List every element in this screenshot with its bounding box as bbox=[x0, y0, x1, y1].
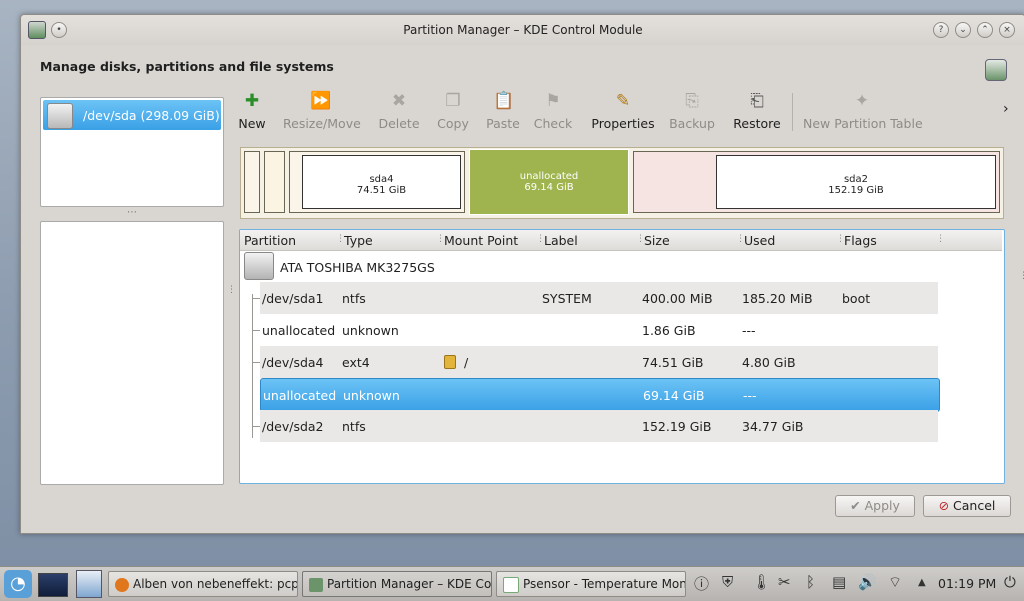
splitter-handle-vertical[interactable]: ⋮ bbox=[227, 285, 236, 295]
apply-button[interactable]: ✔ Apply bbox=[835, 495, 915, 517]
file-manager-icon[interactable] bbox=[76, 570, 102, 598]
toolbar-separator bbox=[792, 93, 793, 131]
drive-row[interactable]: ATA TOSHIBA MK3275GS bbox=[242, 250, 1002, 282]
paste-button[interactable]: 📋 Paste bbox=[483, 91, 523, 135]
power-icon[interactable]: ⏻ bbox=[1004, 573, 1016, 591]
task-browser[interactable]: Alben von nebeneffekt: pcpr bbox=[108, 571, 298, 597]
column-partition[interactable]: Partition bbox=[244, 233, 296, 248]
delete-icon: ✖ bbox=[391, 91, 407, 111]
copy-icon: ❐ bbox=[445, 91, 461, 111]
properties-button[interactable]: ✎ Properties bbox=[591, 91, 655, 135]
new-partition-table-button[interactable]: ✦ New Partition Table bbox=[803, 91, 923, 135]
cancel-button[interactable]: ⊘ Cancel bbox=[923, 495, 1011, 517]
copy-button[interactable]: ❐ Copy bbox=[433, 91, 473, 135]
toolbar: ✚ New ⏩ Resize/Move ✖ Delete ❐ Copy 📋 Pa… bbox=[237, 91, 1017, 135]
partition-segment-sda2[interactable]: sda2 152.19 GiB bbox=[633, 151, 1000, 213]
new-button[interactable]: ✚ New bbox=[237, 91, 267, 135]
resize-move-button[interactable]: ⏩ Resize/Move bbox=[283, 91, 361, 135]
info-icon[interactable]: ⓘ bbox=[694, 573, 709, 594]
close-button[interactable]: × bbox=[999, 22, 1015, 38]
table-row[interactable]: /dev/sda2 ntfs 152.19 GiB 34.77 GiB bbox=[252, 410, 938, 442]
tray-expand-icon[interactable]: ▲ bbox=[918, 577, 926, 588]
page-title: Manage disks, partitions and file system… bbox=[40, 59, 334, 74]
window-title: Partition Manager – KDE Control Module bbox=[403, 23, 643, 37]
column-size[interactable]: Size bbox=[644, 233, 670, 248]
table-row[interactable]: /dev/sda4 ext4 / 74.51 GiB 4.80 GiB bbox=[252, 346, 938, 378]
check-button[interactable]: ⚑ Check bbox=[533, 91, 573, 135]
column-type[interactable]: Type bbox=[344, 233, 373, 248]
desktop-icon[interactable] bbox=[38, 573, 68, 597]
table-row[interactable]: unallocated unknown 1.86 GiB --- bbox=[252, 314, 938, 346]
hard-disk-icon bbox=[244, 252, 274, 280]
column-flags[interactable]: Flags bbox=[844, 233, 877, 248]
drive-label: ATA TOSHIBA MK3275GS bbox=[280, 260, 435, 275]
tree-connector bbox=[252, 294, 253, 438]
resize-icon: ⏩ bbox=[310, 91, 332, 111]
restore-button[interactable]: ⎗ Restore bbox=[729, 91, 785, 135]
partition-manager-icon bbox=[309, 577, 323, 592]
partition-segment-sda1[interactable] bbox=[244, 151, 260, 213]
properties-icon: ✎ bbox=[615, 91, 631, 111]
device-label: /dev/sda (298.09 GiB) bbox=[83, 108, 220, 123]
partition-segment-unallocated-selected[interactable]: unallocated 69.14 GiB bbox=[469, 149, 629, 215]
wifi-icon[interactable]: ⌔ bbox=[888, 573, 902, 592]
task-psensor[interactable]: Psensor - Temperature Monit bbox=[496, 571, 686, 597]
info-panel bbox=[40, 221, 224, 485]
table-header: Partition ⋮ Type ⋮ Mount Point ⋮ Label ⋮… bbox=[240, 230, 1002, 251]
table-row[interactable]: /dev/sda1 ntfs SYSTEM 400.00 MiB 185.20 … bbox=[252, 282, 938, 314]
scissors-icon[interactable]: ✂ bbox=[778, 573, 791, 591]
hard-disk-icon bbox=[47, 103, 73, 129]
restore-icon: ⎗ bbox=[750, 91, 764, 111]
partition-table: Partition ⋮ Type ⋮ Mount Point ⋮ Label ⋮… bbox=[239, 229, 1005, 484]
taskbar: ◔ Alben von nebeneffekt: pcpr Partition … bbox=[0, 566, 1024, 601]
cancel-icon: ⊘ bbox=[938, 498, 954, 513]
maximize-button[interactable]: ⌃ bbox=[977, 22, 993, 38]
psensor-icon bbox=[503, 576, 519, 593]
partition-segment-unallocated-small[interactable] bbox=[264, 151, 285, 213]
delete-button[interactable]: ✖ Delete bbox=[375, 91, 423, 135]
checkmark-icon: ✔ bbox=[850, 498, 865, 513]
device-item-sda[interactable]: /dev/sda (298.09 GiB) bbox=[43, 100, 221, 130]
partition-graph: sda4 74.51 GiB unallocated 69.14 GiB sda… bbox=[240, 147, 1004, 219]
device-list[interactable]: /dev/sda (298.09 GiB) bbox=[40, 97, 224, 207]
clipboard-icon[interactable]: ▤ bbox=[832, 573, 846, 591]
title-bar[interactable]: • Partition Manager – KDE Control Module… bbox=[21, 15, 1024, 45]
column-mount-point[interactable]: Mount Point bbox=[444, 233, 518, 248]
lock-icon bbox=[444, 354, 456, 371]
column-label[interactable]: Label bbox=[544, 233, 578, 248]
help-button[interactable]: ? bbox=[933, 22, 949, 38]
minimize-button[interactable]: ⌄ bbox=[955, 22, 971, 38]
shield-icon[interactable]: ⛨ bbox=[722, 573, 733, 591]
main-window: • Partition Manager – KDE Control Module… bbox=[20, 14, 1024, 534]
clock[interactable]: 01:19 PM bbox=[938, 576, 996, 591]
paste-icon: 📋 bbox=[493, 91, 515, 111]
splitter-handle[interactable]: ⋯ bbox=[127, 207, 137, 218]
partition-segment-sda4[interactable]: sda4 74.51 GiB bbox=[289, 151, 465, 213]
partition-table-icon: ✦ bbox=[854, 91, 870, 111]
backup-button[interactable]: ⎘ Backup bbox=[667, 91, 717, 135]
check-icon: ⚑ bbox=[545, 91, 561, 111]
start-menu-icon[interactable]: ◔ bbox=[4, 570, 32, 598]
column-used[interactable]: Used bbox=[744, 233, 775, 248]
table-row-selected[interactable]: unallocated unknown 69.14 GiB --- bbox=[260, 378, 940, 412]
firefox-icon bbox=[115, 577, 129, 592]
thermometer-icon[interactable]: 🌡 bbox=[752, 573, 771, 591]
task-partition-manager[interactable]: Partition Manager – KDE Cont bbox=[302, 571, 492, 597]
new-partition-icon: ✚ bbox=[244, 91, 260, 111]
volume-icon[interactable]: 🔊 bbox=[858, 573, 877, 591]
splitter-handle-right[interactable]: ⋮ bbox=[1019, 271, 1024, 281]
bluetooth-icon[interactable]: ᛒ bbox=[806, 573, 815, 591]
chevron-right-icon[interactable]: › bbox=[1003, 101, 1009, 117]
partition-manager-icon bbox=[985, 59, 1007, 81]
backup-icon: ⎘ bbox=[685, 91, 699, 111]
